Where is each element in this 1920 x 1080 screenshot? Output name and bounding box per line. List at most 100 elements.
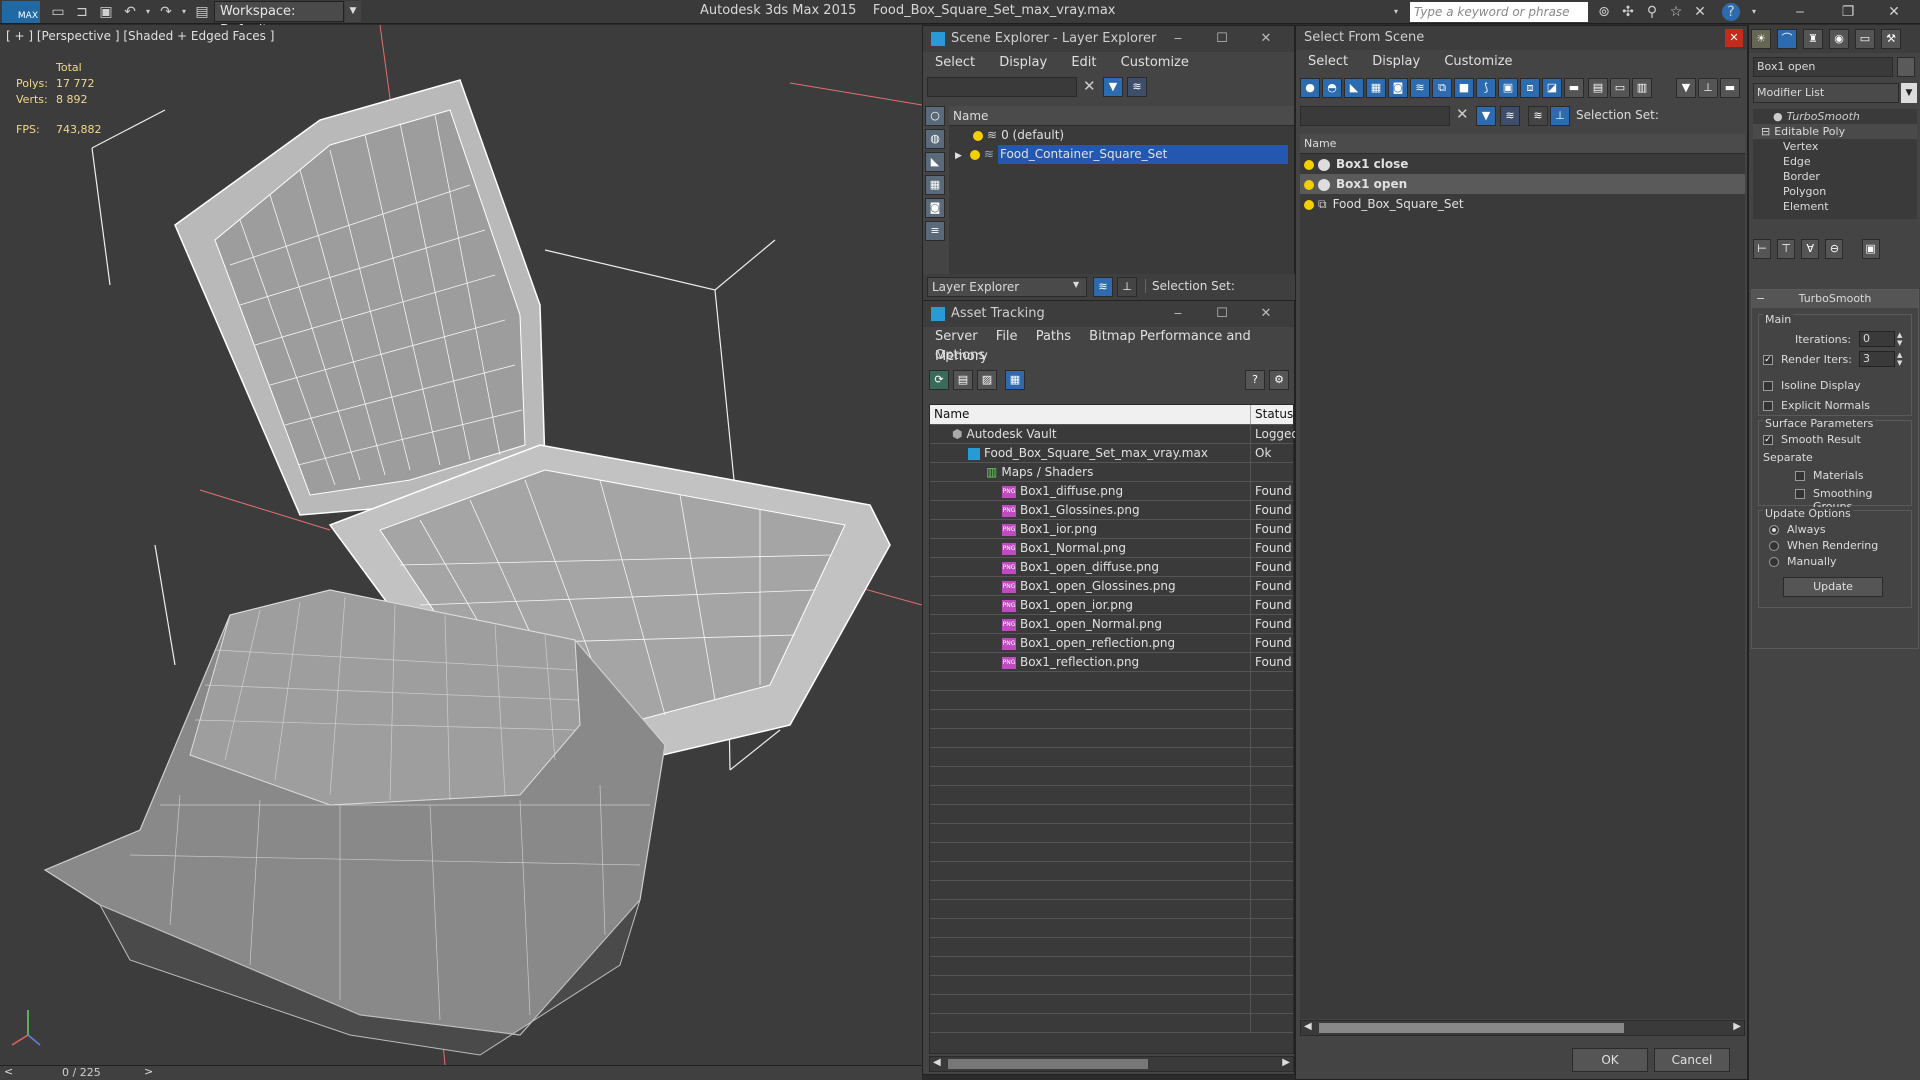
filter-icon[interactable]: ▼ xyxy=(1676,78,1696,98)
render-iters-spinner-arrows[interactable]: ▲ ▼ xyxy=(1897,351,1902,367)
list-item[interactable]: Box1 close xyxy=(1300,154,1745,174)
minimize-icon[interactable]: ‒ xyxy=(1156,301,1200,327)
save-file-icon[interactable]: ▣ xyxy=(96,2,116,22)
search-input[interactable]: Type a keyword or phrase xyxy=(1410,2,1588,22)
select-invert-icon[interactable]: ▥ xyxy=(1632,78,1652,98)
favorites-icon[interactable]: ☆ xyxy=(1666,2,1686,22)
open-file-icon[interactable]: ⊐ xyxy=(72,2,92,22)
table-row[interactable]: Food_Box_Square_Set_max_vray.max Ok xyxy=(930,444,1293,463)
configure-sets-icon[interactable]: ▣ xyxy=(1861,239,1880,259)
ok-button[interactable]: OK xyxy=(1572,1048,1648,1072)
scroll-thumb[interactable] xyxy=(948,1059,1148,1069)
display-spacewarps-icon[interactable]: ≋ xyxy=(1410,78,1430,98)
menu-paths[interactable]: Paths xyxy=(1036,329,1071,344)
stack-item-turbosmooth[interactable]: ● TurboSmooth xyxy=(1753,109,1917,124)
remove-modifier-icon[interactable]: ⊖ xyxy=(1825,239,1844,259)
scroll-right-icon[interactable]: ▶ xyxy=(1733,1021,1741,1032)
maximize-icon[interactable]: ☐ xyxy=(1200,26,1244,52)
menu-edit[interactable]: Edit xyxy=(1071,55,1096,70)
chevron-down-icon[interactable]: ▼ xyxy=(345,1,361,22)
list-item[interactable]: Box1 open xyxy=(1300,174,1745,194)
layer-mode-icon[interactable]: ≋ xyxy=(1093,277,1113,297)
close-icon[interactable]: ✕ xyxy=(1725,29,1743,47)
display-containers-icon[interactable]: ▣ xyxy=(1498,78,1518,98)
list-item[interactable]: ⧉ Food_Box_Square_Set xyxy=(1300,194,1745,214)
help-icon[interactable]: ? xyxy=(1722,3,1740,21)
pin-stack-icon[interactable]: ⊢ xyxy=(1753,239,1771,259)
display-hidden-icon[interactable]: ◪ xyxy=(1542,78,1562,98)
cancel-button[interactable]: Cancel xyxy=(1654,1048,1730,1072)
bulb-icon[interactable] xyxy=(1304,199,1314,210)
object-name-field[interactable]: Box1 open xyxy=(1753,57,1893,77)
scroll-thumb[interactable] xyxy=(1319,1023,1624,1033)
binoculars-icon[interactable]: ⊚ xyxy=(1594,2,1614,22)
menu-display[interactable]: Display xyxy=(1372,54,1420,69)
table-row[interactable]: PNG Box1_diffuse.png Found xyxy=(930,482,1293,501)
table-row[interactable]: PNG Box1_open_Normal.png Found xyxy=(930,615,1293,634)
iterations-spinner[interactable]: 0 xyxy=(1859,331,1895,347)
app-logo[interactable]: MAX xyxy=(2,1,40,23)
table-row[interactable]: PNG Box1_open_ior.png Found xyxy=(930,596,1293,615)
layer-row[interactable]: ▶ ≋ Food_Container_Square_Set xyxy=(949,145,1294,164)
make-unique-icon[interactable]: ∀ xyxy=(1801,239,1820,259)
perspective-viewport[interactable]: [ + ] [Perspective ] [Shaded + Edged Fac… xyxy=(0,25,922,1065)
display-geometry-icon[interactable]: ● xyxy=(1300,78,1320,98)
smooth-result-checkbox[interactable]: ✓ xyxy=(1763,435,1773,445)
manually-radio[interactable] xyxy=(1769,557,1779,567)
layer-list-header[interactable]: Name xyxy=(949,106,1294,126)
find-input[interactable] xyxy=(927,77,1077,97)
rollout-header[interactable]: − TurboSmooth xyxy=(1752,290,1918,308)
table-row[interactable]: PNG Box1_open_reflection.png Found xyxy=(930,634,1293,653)
display-all-icon[interactable]: ▬ xyxy=(1564,78,1584,98)
display-cameras-icon[interactable]: ◙ xyxy=(925,198,945,218)
menu-select[interactable]: Select xyxy=(1308,54,1348,69)
stack-item-polygon[interactable]: Polygon xyxy=(1753,184,1917,199)
layer-row[interactable]: ≋ 0 (default) xyxy=(949,126,1294,145)
settings-icon[interactable]: ⚙ xyxy=(1269,370,1289,390)
maximize-icon[interactable]: ☐ xyxy=(1200,301,1244,327)
table-row[interactable]: PNG Box1_reflection.png Found xyxy=(930,653,1293,672)
time-slider-prev[interactable]: < xyxy=(4,1065,13,1078)
close-icon[interactable]: ✕ xyxy=(1244,26,1288,52)
object-list-scrollbar[interactable]: ◀ ▶ xyxy=(1300,1020,1745,1036)
isoline-checkbox[interactable] xyxy=(1763,381,1773,391)
bulb-icon[interactable] xyxy=(969,149,980,160)
table-row[interactable]: PNG Box1_open_Glossines.png Found xyxy=(930,577,1293,596)
undo-icon[interactable]: ↶ xyxy=(120,2,140,22)
menu-select[interactable]: Select xyxy=(935,55,975,70)
motion-tab-icon[interactable]: ◉ xyxy=(1829,29,1849,49)
table-view-icon[interactable]: ▦ xyxy=(1005,370,1025,390)
menu-customize[interactable]: Customize xyxy=(1444,54,1512,69)
chevron-down-icon[interactable]: ▼ xyxy=(1073,280,1079,289)
display-lights-icon[interactable]: ▦ xyxy=(925,175,945,195)
display-frozen-icon[interactable]: ⧈ xyxy=(1520,78,1540,98)
display-groups-icon[interactable]: ⧉ xyxy=(1432,78,1452,98)
scene-explorer-titlebar[interactable]: Scene Explorer - Layer Explorer ‒ ☐ ✕ xyxy=(923,26,1294,52)
scroll-right-icon[interactable]: ▶ xyxy=(1282,1057,1290,1068)
object-color-swatch[interactable] xyxy=(1897,57,1915,77)
bulb-icon[interactable] xyxy=(973,130,983,141)
hierarchy-mode-icon[interactable]: ⊥ xyxy=(1117,277,1137,297)
display-shapes-icon[interactable]: ◓ xyxy=(1322,78,1342,98)
redo-icon[interactable]: ↷ xyxy=(156,2,176,22)
table-row[interactable]: ⬢ Autodesk Vault Logged xyxy=(930,425,1299,444)
stack-item-element[interactable]: Element xyxy=(1753,199,1917,214)
search-dropdown-icon[interactable]: ▾ xyxy=(1386,2,1406,22)
menu-options[interactable]: Options xyxy=(935,348,985,363)
utilities-tab-icon[interactable]: ⚒ xyxy=(1881,29,1901,49)
table-row[interactable]: PNG Box1_Glossines.png Found xyxy=(930,501,1293,520)
asset-tracking-titlebar[interactable]: Asset Tracking ‒ ☐ ✕ xyxy=(923,301,1294,327)
render-iters-spinner[interactable]: 3 xyxy=(1859,351,1895,367)
restore-icon[interactable]: ❐ xyxy=(1838,2,1858,22)
scroll-left-icon[interactable]: ◀ xyxy=(933,1057,941,1068)
menu-file[interactable]: File xyxy=(996,329,1018,344)
iterations-spinner-arrows[interactable]: ▲ ▼ xyxy=(1897,331,1902,347)
clear-search-icon[interactable]: ✕ xyxy=(1456,105,1469,123)
display-cameras-icon[interactable]: ▦ xyxy=(1366,78,1386,98)
table-row[interactable]: ▥ Maps / Shaders xyxy=(930,463,1293,482)
new-file-icon[interactable]: ▭ xyxy=(48,2,68,22)
layer-stack-icon[interactable]: ≋ xyxy=(1528,106,1548,126)
table-row[interactable]: PNG Box1_open_diffuse.png Found xyxy=(930,558,1293,577)
col-name[interactable]: Name xyxy=(930,407,969,421)
display-bones-icon[interactable]: ⟆ xyxy=(1476,78,1496,98)
